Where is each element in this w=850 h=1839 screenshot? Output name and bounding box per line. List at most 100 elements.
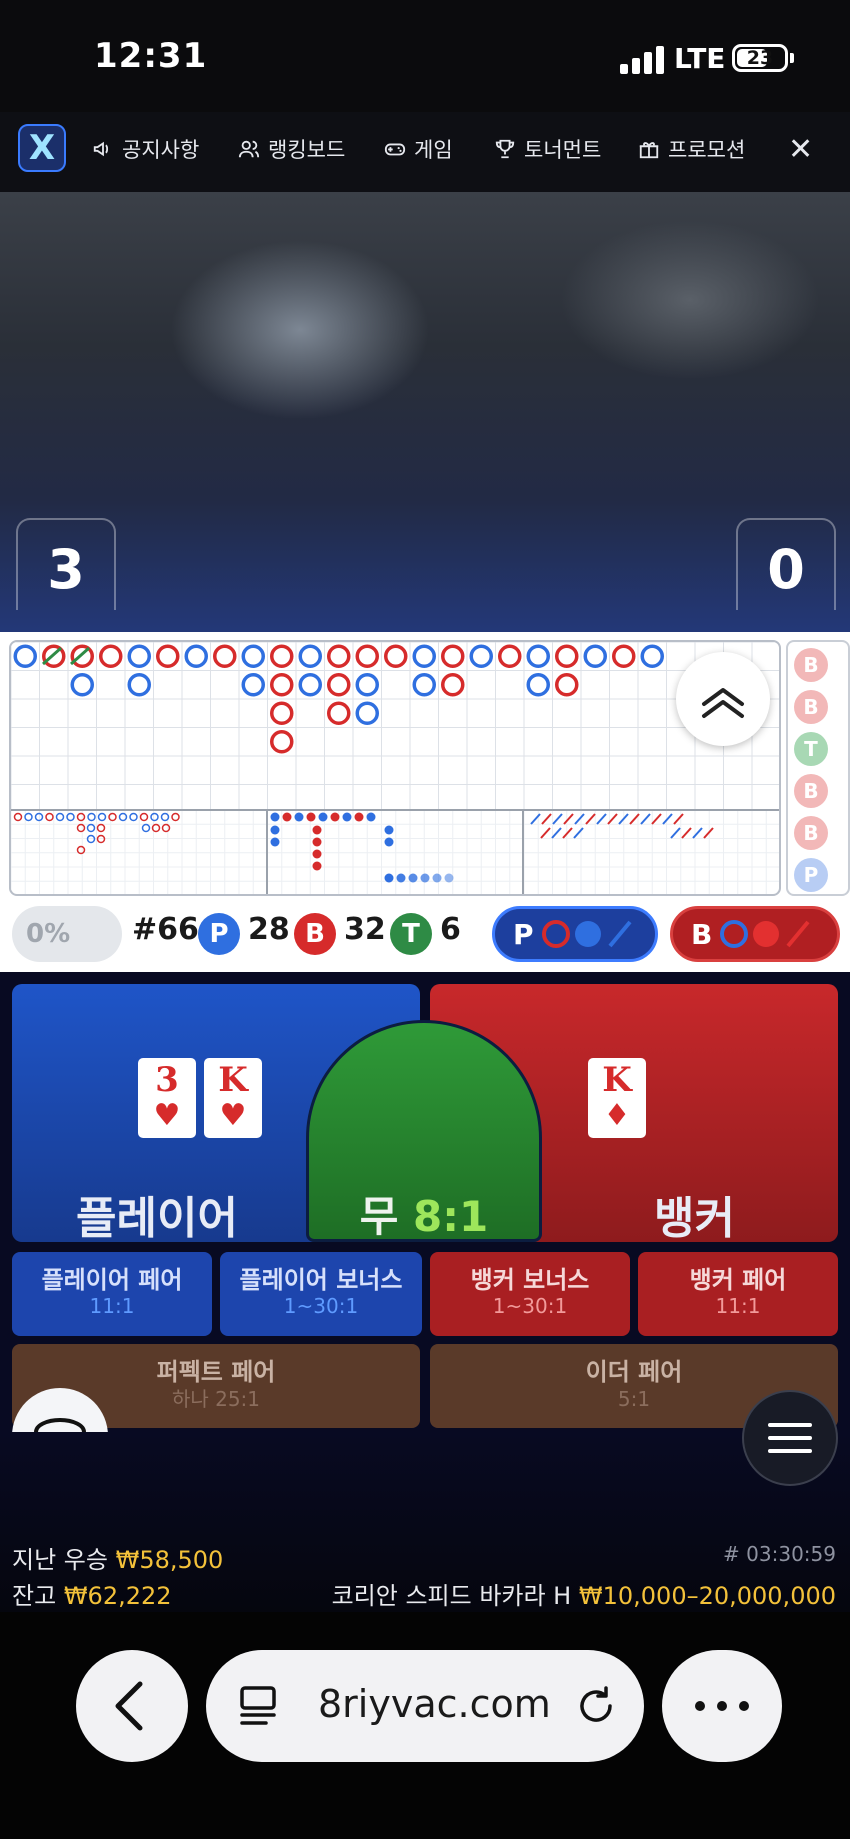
derived-road-marker (97, 812, 107, 822)
player-badge: P (198, 913, 240, 955)
chevron-double-up-icon (702, 688, 744, 718)
card-rank: 3 (155, 1060, 179, 1100)
derived-road-marker (24, 812, 33, 822)
card-rank: K (602, 1060, 632, 1100)
small-road-marker (432, 873, 442, 883)
big-road-marker (555, 644, 579, 668)
bead-dot: B (794, 774, 828, 808)
small-road-marker (282, 812, 292, 822)
player-card: 3 ♥ (138, 1058, 196, 1138)
tie-label: 무 (359, 1192, 399, 1241)
player-bonus-bet[interactable]: 플레이어 보너스 1~30:1 (220, 1252, 422, 1336)
more-icon (695, 1701, 749, 1711)
big-road-marker (412, 673, 436, 697)
big-road-marker (270, 673, 294, 697)
cockroach-road-marker (563, 813, 574, 825)
roadmap-board[interactable] (9, 640, 781, 896)
collapse-roadmap-button[interactable] (676, 652, 770, 746)
nav-item-promotion[interactable]: 프로모션 (638, 132, 745, 166)
big-road-marker (99, 644, 123, 668)
big-road-marker (498, 644, 522, 668)
banker-badge: B (294, 913, 336, 955)
derived-road-marker (87, 812, 96, 822)
bead-dot: P (794, 858, 828, 892)
bead-dot: B (794, 816, 828, 850)
derived-road-marker (55, 812, 65, 822)
card-rank: K (218, 1060, 248, 1100)
more-options-button[interactable] (662, 1650, 782, 1762)
small-road-marker (312, 849, 322, 859)
gamepad-icon (384, 143, 406, 156)
nav-item-tournament[interactable]: 토너먼트 (494, 132, 601, 166)
big-road-marker (270, 730, 294, 754)
small-road-marker (384, 873, 394, 883)
big-road-marker (612, 644, 636, 668)
menu-button[interactable] (742, 1390, 838, 1486)
tie-bet-spot[interactable]: 무 8:1 (306, 1020, 542, 1242)
side-bet-odds: 1~30:1 (492, 1294, 568, 1318)
network-label: LTE (674, 42, 726, 75)
derived-road-marker (96, 823, 106, 833)
side-bet-name: 뱅커 페어 (689, 1266, 787, 1294)
banker-count: 32 (344, 912, 386, 947)
derived-road-marker (76, 812, 86, 822)
hamburger-icon (768, 1423, 812, 1453)
side-bet-name: 플레이어 보너스 (239, 1266, 403, 1294)
big-road-marker (13, 644, 37, 668)
big-road-marker (640, 644, 664, 668)
cockroach-road-marker (596, 813, 607, 825)
nav-item-games[interactable]: 게임 (384, 132, 453, 166)
last-win-label: 지난 우승 (12, 1546, 108, 1574)
heart-suit-icon: ♥ (153, 1098, 181, 1133)
nav-label: 게임 (414, 138, 453, 162)
big-road-marker (441, 673, 465, 697)
derived-road-marker (108, 812, 117, 822)
big-road-marker (270, 701, 294, 725)
big-road-marker (127, 673, 151, 697)
nav-item-notice[interactable]: 공지사항 (92, 132, 199, 166)
bead-road: B B T B B P (786, 640, 850, 896)
predict-banker-label: B (691, 917, 713, 951)
nav-item-ranking[interactable]: 랭킹보드 (238, 132, 345, 166)
derived-road-marker (150, 812, 159, 822)
close-icon[interactable]: ✕ (788, 132, 813, 167)
cockroach-road-marker (681, 827, 692, 839)
small-road-marker (312, 837, 322, 847)
derived-road-marker (13, 812, 23, 822)
predict-banker-icons (720, 920, 810, 948)
logo-icon[interactable]: X (18, 124, 66, 172)
big-road-marker (241, 644, 265, 668)
derived-road-marker (129, 812, 138, 822)
chevron-left-icon (115, 1681, 143, 1731)
roadmap-grid (11, 642, 779, 894)
cockroach-road-marker (574, 813, 585, 825)
cockroach-road-marker (540, 827, 551, 839)
small-road-marker (330, 812, 340, 822)
small-road-marker (384, 837, 394, 847)
cockroach-road-marker (551, 827, 562, 839)
small-road-marker (366, 812, 376, 822)
table-info: 코리안 스피드 바카라 H ₩10,000–20,000,000 (332, 1576, 836, 1611)
derived-road-marker (141, 823, 151, 833)
big-road-marker (526, 644, 550, 668)
small-road-marker (318, 812, 328, 822)
player-pair-bet[interactable]: 플레이어 페어 11:1 (12, 1252, 212, 1336)
banker-pair-bet[interactable]: 뱅커 페어 11:1 (638, 1252, 838, 1336)
small-road-marker (270, 825, 280, 835)
big-road-marker (412, 644, 436, 668)
cockroach-road-marker (573, 827, 584, 839)
back-button[interactable] (76, 1650, 188, 1762)
heart-suit-icon: ♥ (219, 1098, 247, 1133)
banker-score: 0 (736, 518, 836, 610)
reload-icon[interactable] (572, 1682, 620, 1730)
predict-player-button[interactable]: P (492, 906, 658, 962)
small-road-marker (396, 873, 406, 883)
big-road-marker (213, 644, 237, 668)
predict-banker-button[interactable]: B (670, 906, 840, 962)
side-bet-name: 뱅커 보너스 (470, 1266, 590, 1294)
banker-bonus-bet[interactable]: 뱅커 보너스 1~30:1 (430, 1252, 630, 1336)
pair-bet-name: 이더 페어 (585, 1358, 683, 1386)
win-percent-toggle[interactable]: 0% (12, 906, 122, 962)
nav-label: 프로모션 (668, 138, 746, 162)
big-road-marker (327, 673, 351, 697)
